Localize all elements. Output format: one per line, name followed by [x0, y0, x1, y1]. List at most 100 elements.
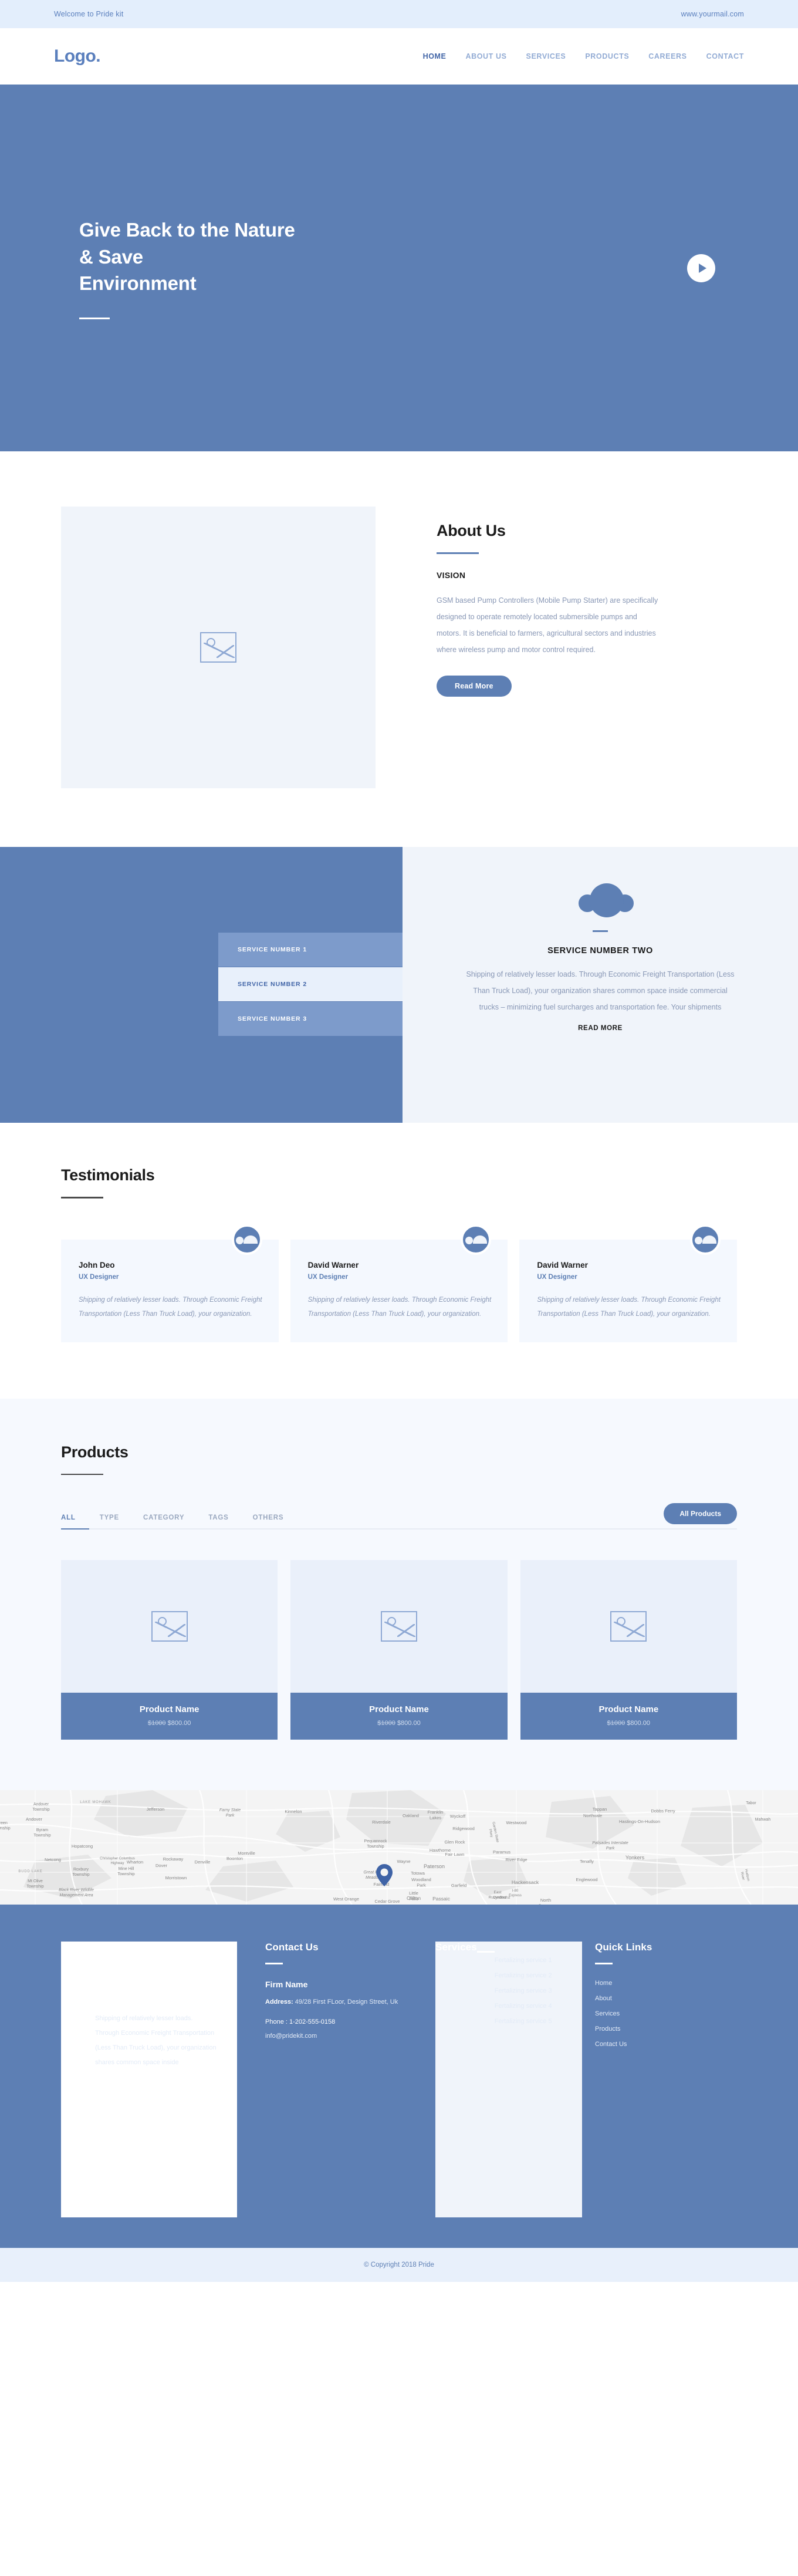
service-detail-title: SERVICE NUMBER TWO — [547, 946, 653, 956]
product-current-price: $800.00 — [397, 1720, 421, 1727]
svg-text:Tappan: Tappan — [593, 1807, 607, 1812]
product-current-price: $800.00 — [167, 1720, 191, 1727]
product-name: Product Name — [139, 1704, 200, 1715]
service-detail-description: Shipping of relatively lesser loads. Thr… — [466, 970, 735, 1011]
svg-text:Morristown: Morristown — [165, 1875, 187, 1880]
svg-text:Garfield: Garfield — [451, 1883, 466, 1888]
about-read-more-button[interactable]: Read More — [437, 676, 512, 697]
svg-text:Township: Township — [26, 1885, 43, 1889]
svg-text:Oakland: Oakland — [403, 1813, 419, 1818]
nav-item-services[interactable]: SERVICES — [526, 52, 566, 60]
svg-text:East: East — [493, 1890, 501, 1895]
svg-text:Palisades Interstate: Palisades Interstate — [592, 1841, 628, 1845]
svg-text:Westwood: Westwood — [506, 1820, 527, 1825]
service-divider — [593, 930, 608, 932]
svg-text:Tabor: Tabor — [746, 1801, 756, 1805]
svg-text:Mahwah: Mahwah — [755, 1818, 771, 1822]
svg-text:Hackensack: Hackensack — [512, 1879, 539, 1885]
nav-item-products[interactable]: PRODUCTS — [585, 52, 629, 60]
testimonial-card: David Warner UX Designer Shipping of rel… — [519, 1224, 738, 1342]
svg-text:Hopatcong: Hopatcong — [72, 1844, 93, 1849]
footer-quick-link-products[interactable]: Products — [595, 2025, 730, 2033]
testimonial-card: John Deo UX Designer Shipping of relativ… — [61, 1224, 279, 1342]
about-image-placeholder — [61, 507, 376, 788]
product-card[interactable]: Product Name $1000 $800.00 — [290, 1560, 508, 1740]
product-old-price: $1000 — [607, 1720, 625, 1727]
svg-text:Paterson: Paterson — [424, 1863, 445, 1869]
nav-item-contact[interactable]: CONTACT — [706, 52, 744, 60]
svg-text:Green: Green — [0, 1821, 8, 1825]
svg-text:Black River Wildlife: Black River Wildlife — [59, 1888, 94, 1892]
product-name: Product Name — [369, 1704, 429, 1715]
footer-service-link-2[interactable]: Fertalizing service 2 — [495, 1972, 552, 1979]
service-tab-2[interactable]: SERVICE NUMBER 2 — [218, 967, 403, 1002]
welcome-text: Welcome to Pride kit — [54, 10, 124, 18]
product-filter-category[interactable]: CATEGORY — [143, 1514, 184, 1530]
location-map[interactable]: Andover Township LAKE MOHAWK Jefferson Farny… — [0, 1790, 798, 1905]
footer-read-more-link[interactable]: READ MORE — [217, 2009, 237, 2159]
footer-address: Address: 49/28 First FLoor, Design Stree… — [265, 1996, 424, 2008]
website-link[interactable]: www.yourmail.com — [681, 10, 744, 18]
svg-text:Wayne: Wayne — [397, 1859, 410, 1864]
footer-service-link-5[interactable]: Fertalizing service 5 — [495, 2018, 552, 2025]
nav-item-about-us[interactable]: ABOUT US — [465, 52, 506, 60]
service-tab-1[interactable]: SERVICE NUMBER 1 — [218, 933, 403, 967]
product-filter-list: ALL TYPE CATEGORY TAGS OTHERS — [61, 1514, 283, 1530]
svg-text:Netcong: Netcong — [45, 1857, 61, 1862]
footer-email[interactable]: info@pridekit.com — [265, 2033, 424, 2040]
svg-text:Andover: Andover — [26, 1817, 42, 1822]
product-filter-others[interactable]: OTHERS — [253, 1514, 284, 1530]
main-navbar: Logo. HOME ABOUT US SERVICES PRODUCTS CA… — [0, 28, 798, 85]
copyright-bar: © Copyright 2018 Pride — [0, 2248, 798, 2283]
svg-text:Montville: Montville — [238, 1851, 255, 1856]
svg-text:I-80: I-80 — [512, 1889, 519, 1893]
site-logo[interactable]: Logo. — [54, 46, 101, 66]
testimonial-quote: Shipping of relatively lesser loads. Thr… — [537, 1296, 721, 1318]
footer-service-link-3[interactable]: Fertalizing service 3 — [495, 1987, 552, 1994]
about-title-divider — [437, 552, 479, 554]
footer-quick-link-services[interactable]: Services — [595, 2010, 730, 2017]
svg-text:Roxbury: Roxbury — [73, 1868, 89, 1872]
image-placeholder-icon — [151, 1611, 188, 1642]
hero-play-button[interactable] — [687, 254, 715, 282]
product-card[interactable]: Product Name $1000 $800.00 — [61, 1560, 278, 1740]
footer-quick-link-home[interactable]: Home — [595, 1980, 730, 1987]
svg-text:Passaic: Passaic — [432, 1896, 451, 1902]
svg-text:Denville: Denville — [195, 1859, 211, 1865]
footer-quick-link-contact[interactable]: Contact Us — [595, 2041, 730, 2048]
footer-quick-links-list: Home About Services Products Contact Us — [595, 1980, 730, 2048]
service-read-more-link[interactable]: READ MORE — [578, 1025, 623, 1032]
footer-about-divider — [90, 2006, 96, 2008]
svg-text:Yonkers: Yonkers — [625, 1855, 645, 1861]
svg-text:Franklin: Franklin — [428, 1809, 444, 1815]
footer-service-link-1[interactable]: Fertalizing service 1 — [495, 1957, 552, 1964]
product-filter-tags[interactable]: TAGS — [208, 1514, 228, 1530]
footer-quick-link-about[interactable]: About — [595, 1995, 730, 2002]
testimonial-quote: Shipping of relatively lesser loads. Thr… — [307, 1296, 492, 1318]
footer-phone: Phone : 1-202-555-0158 — [265, 2018, 336, 2026]
footer-quick-links-divider — [595, 1963, 613, 1965]
hero-title-line-1: Give Back to the Nature — [79, 219, 295, 241]
footer-address-value: 49/28 First FLoor, Design Street, Uk — [293, 1998, 398, 2006]
services-left-panel: SERVICE NUMBER 1 SERVICE NUMBER 2 SERVIC… — [0, 847, 403, 1123]
product-card[interactable]: Product Name $1000 $800.00 — [520, 1560, 737, 1740]
footer-services-column: Services Fertalizing service 1 Fertalizi… — [435, 1942, 582, 2218]
nav-item-home[interactable]: HOME — [423, 52, 447, 60]
all-products-button[interactable]: All Products — [664, 1503, 737, 1525]
svg-text:Andover: Andover — [33, 1802, 49, 1807]
svg-text:Farny State: Farny State — [219, 1808, 241, 1812]
top-announcement-bar: Welcome to Pride kit www.yourmail.com — [0, 0, 798, 28]
svg-text:Mine Hill: Mine Hill — [119, 1867, 134, 1871]
nav-item-careers[interactable]: CAREERS — [648, 52, 687, 60]
svg-text:Park: Park — [417, 1883, 426, 1888]
product-old-price: $1000 — [147, 1720, 166, 1727]
product-price: $1000 $800.00 — [520, 1720, 737, 1727]
svg-text:Cedar Grove: Cedar Grove — [375, 1899, 400, 1904]
product-name: Product Name — [598, 1704, 659, 1715]
service-tab-3[interactable]: SERVICE NUMBER 3 — [218, 1002, 403, 1037]
product-filter-all[interactable]: ALL — [61, 1514, 76, 1530]
product-filter-type[interactable]: TYPE — [100, 1514, 119, 1530]
footer-service-link-4[interactable]: Fertalizing service 4 — [495, 2003, 552, 2010]
footer-contact-title: Contact Us — [265, 1942, 319, 1953]
hero-title-line-2: & Save — [79, 245, 143, 268]
